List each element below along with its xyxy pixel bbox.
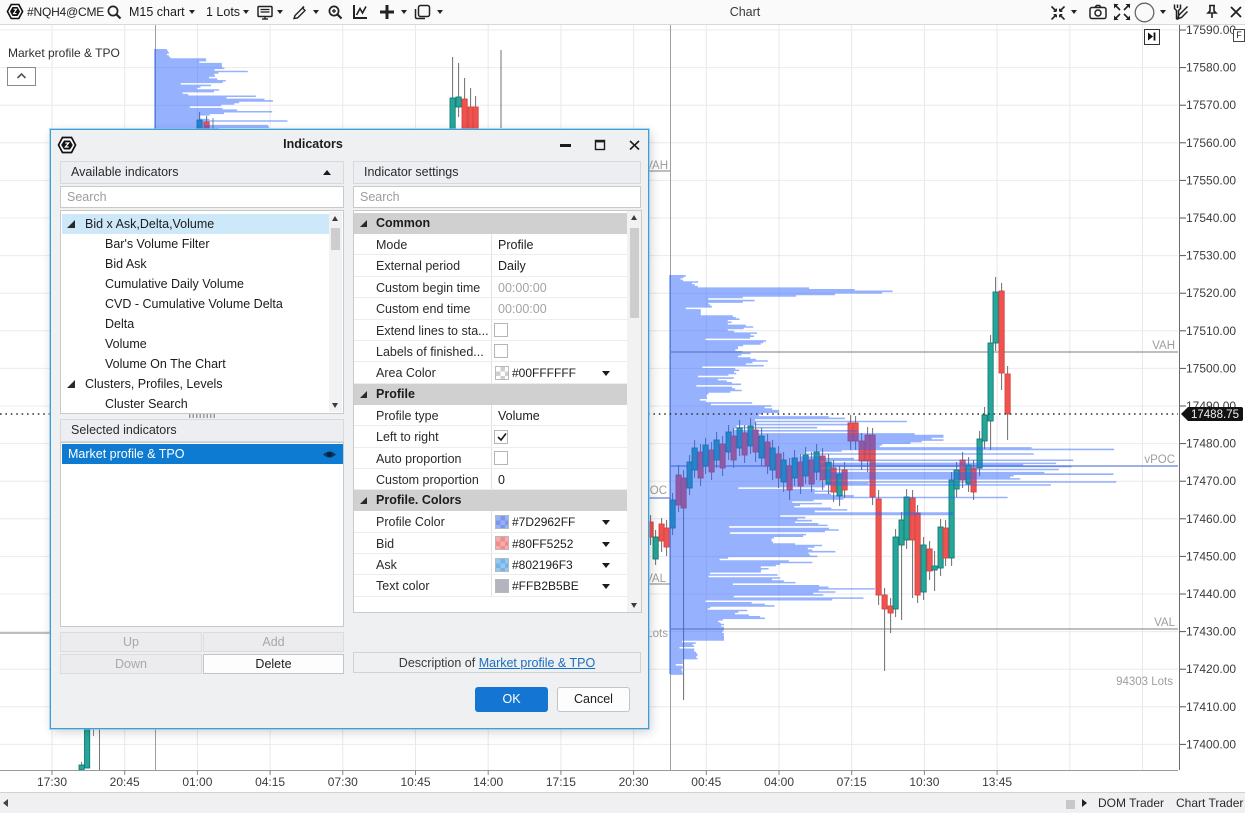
svg-text:VAL: VAL [1154,617,1175,629]
svg-text:17470.00: 17470.00 [1186,474,1236,488]
svg-text:17530.00: 17530.00 [1186,249,1236,263]
svg-text:17400.00: 17400.00 [1186,737,1236,751]
svg-text:17510.00: 17510.00 [1186,324,1236,338]
svg-text:94303 Lots: 94303 Lots [1116,676,1173,688]
svg-text:04:00: 04:00 [764,775,794,789]
svg-text:17488.75: 17488.75 [1191,409,1239,421]
svg-text:17480.00: 17480.00 [1186,437,1236,451]
svg-text:17590.00: 17590.00 [1186,23,1236,37]
svg-text:17450.00: 17450.00 [1186,549,1236,563]
svg-text:20:45: 20:45 [110,775,140,789]
svg-text:17420.00: 17420.00 [1186,662,1236,676]
svg-text:17550.00: 17550.00 [1186,173,1236,187]
svg-text:10:45: 10:45 [400,775,430,789]
svg-text:17:30: 17:30 [37,775,67,789]
svg-text:17570.00: 17570.00 [1186,98,1236,112]
svg-text:17430.00: 17430.00 [1186,625,1236,639]
svg-text:01:00: 01:00 [182,775,212,789]
svg-text:vPOC: vPOC [1144,454,1175,466]
svg-text:17540.00: 17540.00 [1186,211,1236,225]
svg-text:00:45: 00:45 [691,775,721,789]
svg-text:17580.00: 17580.00 [1186,61,1236,75]
svg-text:17560.00: 17560.00 [1186,136,1236,150]
svg-text:17410.00: 17410.00 [1186,700,1236,714]
svg-text:10:30: 10:30 [909,775,939,789]
svg-text:VAH: VAH [1152,340,1175,352]
svg-text:20:30: 20:30 [619,775,649,789]
svg-text:07:30: 07:30 [328,775,358,789]
svg-text:14:00: 14:00 [473,775,503,789]
svg-text:17500.00: 17500.00 [1186,361,1236,375]
svg-text:04:15: 04:15 [255,775,285,789]
svg-text:17:15: 17:15 [546,775,576,789]
svg-text:17520.00: 17520.00 [1186,286,1236,300]
svg-text:07:15: 07:15 [837,775,867,789]
svg-text:17440.00: 17440.00 [1186,587,1236,601]
svg-text:17460.00: 17460.00 [1186,512,1236,526]
svg-text:13:45: 13:45 [982,775,1012,789]
